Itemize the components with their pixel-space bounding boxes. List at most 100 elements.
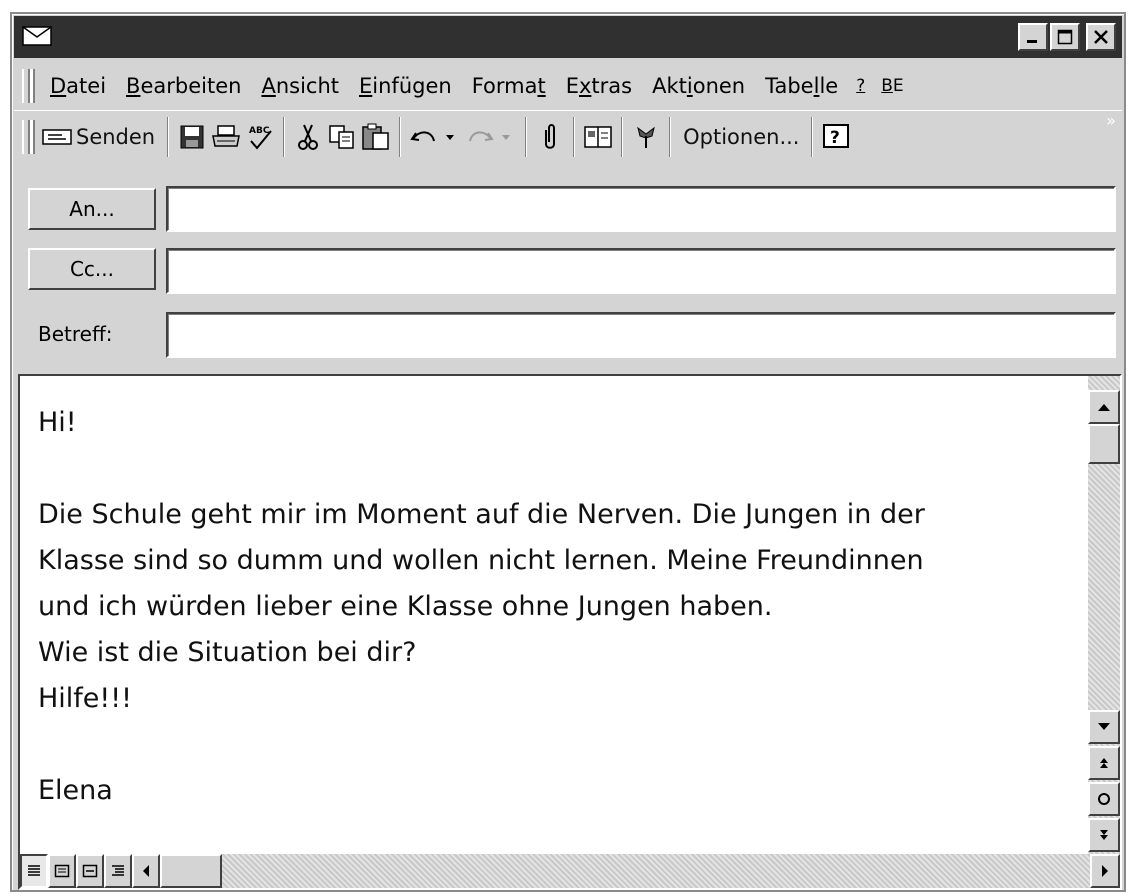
- send-button[interactable]: Senden: [36, 116, 161, 158]
- message-body[interactable]: Hi! Die Schule geht mir im Moment auf di…: [18, 374, 1122, 890]
- envelope-icon: [22, 26, 52, 46]
- select-browse-object-icon: [1098, 793, 1110, 805]
- toolbar-overflow-icon[interactable]: »: [1106, 111, 1116, 130]
- compose-window: Datei Bearbeiten Ansicht Einfügen Format…: [10, 12, 1126, 892]
- toolbar-separator: [811, 116, 814, 157]
- message-line: Hilfe!!!: [38, 683, 132, 714]
- menu-bearbeiten[interactable]: Bearbeiten: [116, 74, 251, 98]
- web-view-icon: [54, 864, 70, 878]
- message-line: Die Schule geht mir im Moment auf die Ne…: [38, 499, 925, 530]
- prev-page-button[interactable]: [1088, 746, 1120, 780]
- maximize-icon: [1057, 29, 1073, 45]
- menu-aktionen[interactable]: Aktionen: [642, 74, 755, 98]
- scroll-down-icon: [1098, 723, 1110, 730]
- menu-help[interactable]: ?: [848, 76, 873, 96]
- cc-button[interactable]: Cc...: [28, 248, 156, 290]
- undo-button[interactable]: [407, 120, 463, 154]
- to-field[interactable]: [166, 186, 1116, 232]
- address-book-button[interactable]: [581, 120, 615, 154]
- menu-datei[interactable]: Datei: [36, 74, 116, 98]
- attach-button[interactable]: [533, 120, 567, 154]
- toolbar: Senden ABC Optionen... ? »: [14, 110, 1122, 162]
- title-bar[interactable]: [14, 16, 1122, 58]
- spellcheck-icon: ABC: [249, 126, 272, 150]
- menubar-grip[interactable]: [22, 69, 30, 103]
- scroll-right-button[interactable]: [1090, 854, 1120, 888]
- options-button[interactable]: Optionen...: [677, 116, 805, 158]
- toolbar-separator: [573, 116, 576, 157]
- vertical-scroll-thumb[interactable]: [1088, 424, 1120, 464]
- print-view-icon: [82, 864, 98, 878]
- print-view-button[interactable]: [76, 854, 104, 888]
- copy-button[interactable]: [325, 120, 359, 154]
- scroll-left-icon: [143, 865, 149, 877]
- spellcheck-button[interactable]: ABC: [243, 120, 277, 154]
- web-view-button[interactable]: [48, 854, 76, 888]
- toolbar-separator: [399, 116, 402, 157]
- send-icon: [42, 128, 72, 145]
- message-greeting: Hi!: [38, 407, 77, 438]
- message-signature: Elena: [38, 775, 113, 806]
- message-line: und ich würden lieber eine Klasse ohne J…: [38, 591, 773, 622]
- message-line: Klasse sind so dumm und wollen nicht ler…: [38, 545, 924, 576]
- menu-einfuegen[interactable]: Einfügen: [349, 74, 462, 98]
- horizontal-scrollbar[interactable]: [20, 854, 1120, 888]
- toolbar-separator: [167, 116, 170, 157]
- cut-button[interactable]: [291, 120, 325, 154]
- to-button-label: An...: [69, 197, 115, 221]
- close-button[interactable]: [1086, 23, 1116, 51]
- menu-be[interactable]: BE: [873, 76, 911, 96]
- paste-button[interactable]: [359, 120, 393, 154]
- menu-bar: Datei Bearbeiten Ansicht Einfügen Format…: [14, 66, 1122, 106]
- scroll-up-button[interactable]: [1088, 390, 1120, 424]
- close-icon: [1094, 30, 1108, 44]
- minimize-button[interactable]: [1018, 23, 1048, 51]
- next-page-button[interactable]: [1088, 818, 1120, 852]
- prev-page-icon: [1100, 758, 1108, 768]
- cc-button-label: Cc...: [69, 257, 115, 281]
- to-button[interactable]: An...: [28, 188, 156, 230]
- scroll-left-button[interactable]: [132, 854, 160, 888]
- menu-extras[interactable]: Extras: [556, 74, 642, 98]
- scroll-up-icon: [1098, 404, 1110, 411]
- save-icon: [180, 125, 204, 148]
- menu-tabelle[interactable]: Tabelle: [755, 74, 848, 98]
- message-line: Wie ist die Situation bei dir?: [38, 637, 417, 668]
- svg-text:ABC: ABC: [249, 126, 270, 136]
- toolbar-separator: [669, 116, 672, 157]
- flag-button[interactable]: [629, 120, 663, 154]
- flag-icon: [637, 126, 655, 148]
- vertical-scrollbar[interactable]: [1088, 376, 1120, 854]
- horizontal-scroll-thumb[interactable]: [160, 854, 222, 888]
- next-page-icon: [1100, 830, 1108, 840]
- toolbar-separator: [283, 116, 286, 157]
- print-button[interactable]: [209, 120, 243, 154]
- save-button[interactable]: [175, 120, 209, 154]
- maximize-button[interactable]: [1050, 23, 1080, 51]
- redo-button[interactable]: [463, 120, 519, 154]
- subject-field[interactable]: [166, 312, 1116, 358]
- undo-icon: [410, 131, 455, 141]
- menu-ansicht[interactable]: Ansicht: [251, 74, 349, 98]
- help-button[interactable]: ?: [819, 120, 853, 154]
- send-label: Senden: [76, 124, 156, 149]
- normal-view-icon: [28, 865, 40, 876]
- subject-label: Betreff:: [38, 322, 113, 346]
- paste-icon: [362, 123, 389, 150]
- minimize-icon: [1027, 40, 1037, 43]
- svg-text:?: ?: [830, 128, 840, 148]
- help-icon: ?: [823, 123, 850, 148]
- outline-view-button[interactable]: [104, 854, 132, 888]
- message-text: Hi! Die Schule geht mir im Moment auf di…: [38, 400, 1088, 814]
- address-book-icon: [584, 125, 612, 148]
- normal-view-button[interactable]: [20, 854, 48, 888]
- print-icon: [212, 124, 241, 147]
- redo-icon: [469, 131, 511, 141]
- menu-format[interactable]: Format: [462, 74, 556, 98]
- select-browse-object-button[interactable]: [1088, 782, 1120, 816]
- scroll-down-button[interactable]: [1088, 710, 1120, 744]
- outline-view-icon: [112, 865, 124, 876]
- attach-icon: [545, 123, 556, 149]
- cc-field[interactable]: [166, 248, 1116, 294]
- toolbar-grip[interactable]: [22, 119, 30, 154]
